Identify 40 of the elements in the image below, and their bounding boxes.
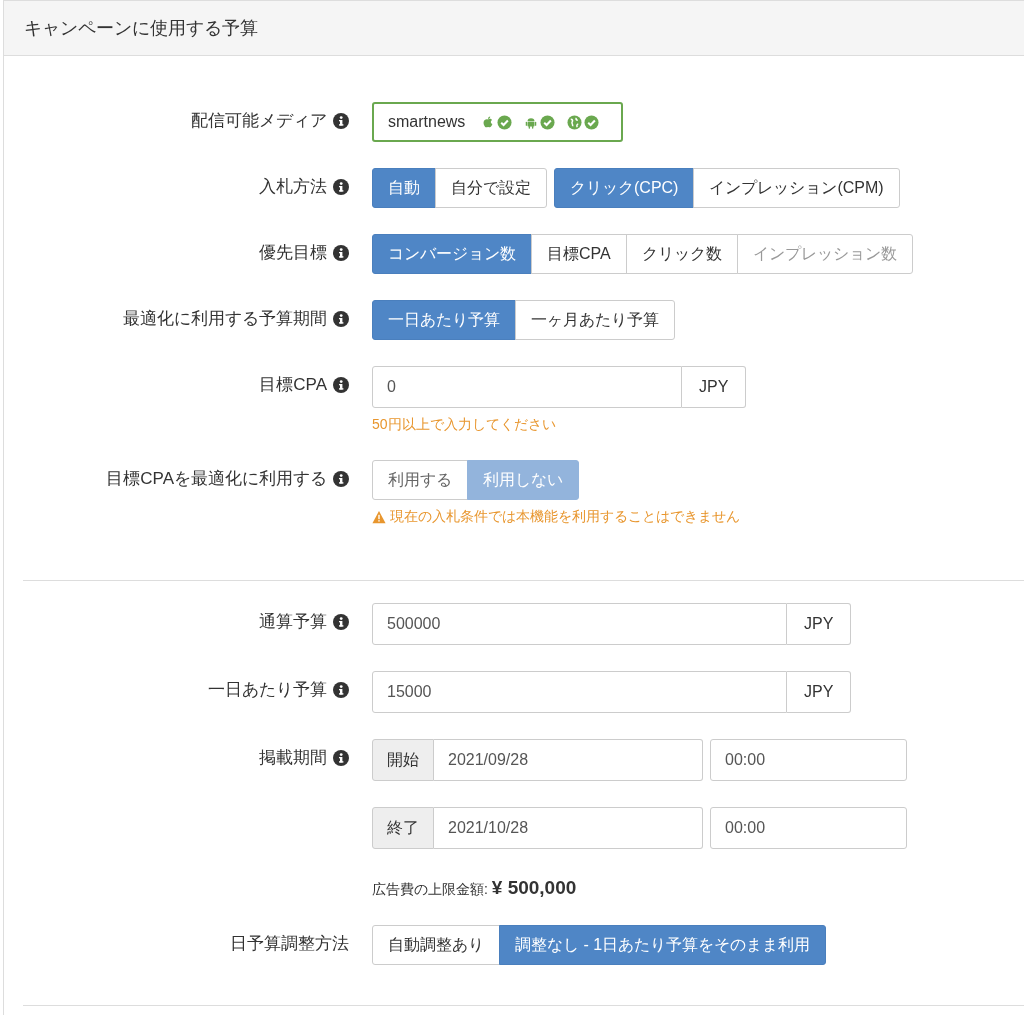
field-label: 目標CPA [259, 374, 327, 396]
validation-note: 50円以上で入力してください [372, 416, 556, 434]
field-label: 入札方法 [259, 176, 327, 198]
currency-addon: JPY [787, 603, 852, 645]
warning-text: 現在の入札条件では本機能を利用することはできません [390, 508, 740, 526]
date-addon: 開始 [372, 739, 434, 781]
option-button[interactable]: 自動 [372, 168, 436, 208]
field-label: 通算予算 [259, 611, 327, 633]
field-label: 優先目標 [259, 242, 327, 264]
option-button[interactable]: 目標CPA [531, 234, 627, 274]
amount-input[interactable]: 0 [372, 366, 682, 408]
currency-addon: JPY [787, 671, 852, 713]
warning-icon [372, 510, 386, 524]
date-addon: 終了 [372, 807, 434, 849]
option-button[interactable]: 自動調整あり [372, 925, 500, 965]
field-label: 掲載期間 [259, 747, 327, 769]
option-button[interactable]: 調整なし - 1日あたり予算をそのまま利用 [499, 925, 827, 965]
option-button[interactable]: クリック数 [625, 234, 738, 274]
option-button[interactable]: インプレッション(CPM) [693, 168, 900, 208]
option-button[interactable]: 自分で設定 [435, 168, 547, 208]
time-input[interactable]: 00:00 [710, 807, 907, 849]
date-input[interactable]: 2021/09/28 [434, 739, 703, 781]
amount-input[interactable]: 15000 [372, 671, 787, 713]
option-button[interactable]: クリック(CPC) [554, 168, 695, 208]
field-label: 目標CPAを最適化に利用する [106, 468, 327, 490]
amount-input[interactable]: 500000 [372, 603, 787, 645]
panel-title: キャンペーンに使用する予算 [24, 17, 258, 40]
option-button[interactable]: コンバージョン数 [372, 234, 532, 274]
time-input[interactable]: 00:00 [710, 739, 907, 781]
option-button[interactable]: 一ヶ月あたり予算 [515, 300, 675, 340]
budget-cap-text: 広告費の上限金額: ¥ 500,000 [372, 876, 578, 899]
field-label: 配信可能メディア [191, 110, 327, 132]
currency-addon: JPY [682, 366, 747, 408]
option-button[interactable]: 一日あたり予算 [372, 300, 516, 340]
field-label: 最適化に利用する予算期間 [123, 308, 327, 330]
globe-icon [567, 114, 583, 130]
field-label: 日予算調整方法 [230, 933, 349, 955]
field-label: 一日あたり予算 [208, 679, 327, 701]
date-input[interactable]: 2021/10/28 [434, 807, 703, 849]
media-name: smartnews [388, 113, 466, 131]
